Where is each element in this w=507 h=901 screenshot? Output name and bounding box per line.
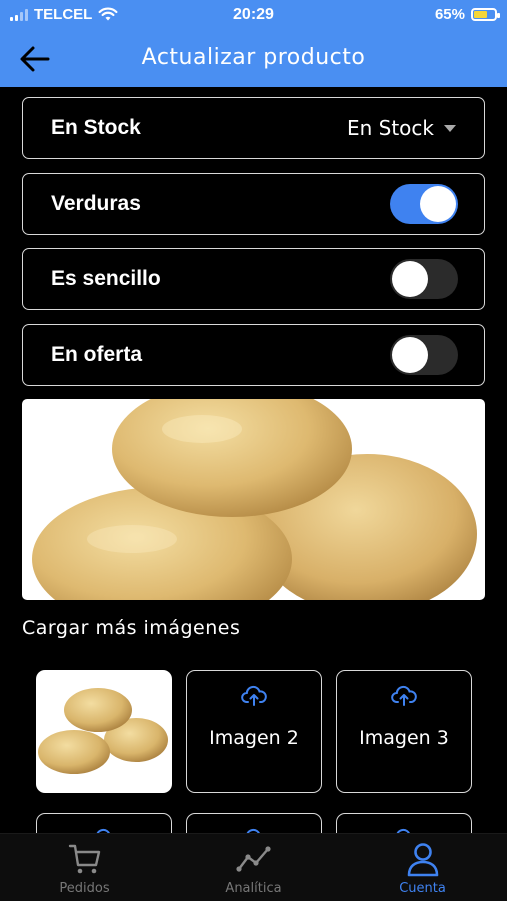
user-icon bbox=[407, 843, 438, 877]
caret-down-icon bbox=[444, 124, 456, 132]
nav-label: Pedidos bbox=[59, 881, 110, 896]
bottom-nav: Pedidos Analítica Cuenta bbox=[0, 833, 507, 901]
nav-item-analitica[interactable]: Analítica bbox=[169, 834, 338, 901]
battery-percent: 65% bbox=[434, 6, 465, 23]
stock-label: En Stock bbox=[51, 116, 141, 139]
toggle-row-en-oferta[interactable]: En oferta bbox=[22, 324, 485, 386]
image-thumbnail-1[interactable] bbox=[36, 670, 172, 793]
image-slot-3[interactable]: Imagen 3 bbox=[336, 670, 472, 793]
form-content[interactable]: En Stock En Stock Verduras Es sencillo E… bbox=[0, 87, 507, 833]
es-sencillo-toggle[interactable] bbox=[390, 259, 458, 299]
image-slot-5[interactable] bbox=[186, 813, 322, 833]
toggle-label: Verduras bbox=[51, 192, 141, 215]
toggle-row-es-sencillo[interactable]: Es sencillo bbox=[22, 248, 485, 310]
potatoes-illustration bbox=[32, 399, 477, 600]
cloud-upload-icon bbox=[241, 685, 267, 706]
verduras-toggle[interactable] bbox=[390, 184, 458, 224]
cloud-upload-icon bbox=[391, 685, 417, 706]
nav-label: Cuenta bbox=[399, 881, 446, 896]
image-slot-6[interactable] bbox=[336, 813, 472, 833]
stock-dropdown[interactable]: En Stock bbox=[347, 116, 456, 140]
toggle-label: En oferta bbox=[51, 343, 143, 366]
app-bar: Actualizar producto bbox=[0, 30, 507, 87]
nav-item-cuenta[interactable]: Cuenta bbox=[338, 834, 507, 901]
stock-row[interactable]: En Stock En Stock bbox=[22, 97, 485, 159]
stock-dropdown-value: En Stock bbox=[346, 116, 434, 140]
page-title: Actualizar producto bbox=[141, 45, 366, 70]
cart-icon bbox=[68, 844, 100, 874]
product-image[interactable] bbox=[22, 399, 485, 600]
image-slot-4[interactable] bbox=[36, 813, 172, 833]
image-slot-label: Imagen 2 bbox=[209, 727, 299, 749]
image-slot-label: Imagen 3 bbox=[359, 727, 449, 749]
clock: 20:29 bbox=[233, 6, 274, 23]
status-right: 65% bbox=[434, 6, 500, 23]
status-bar: TELCEL 20:29 65% bbox=[0, 0, 507, 30]
image-slot-2[interactable]: Imagen 2 bbox=[186, 670, 322, 793]
nav-label: Analítica bbox=[225, 881, 282, 896]
toggle-label: Es sencillo bbox=[51, 267, 161, 290]
nav-item-pedidos[interactable]: Pedidos bbox=[0, 834, 169, 901]
toggle-row-verduras[interactable]: Verduras bbox=[22, 173, 485, 235]
en-oferta-toggle[interactable] bbox=[390, 335, 458, 375]
battery-icon bbox=[471, 8, 500, 21]
potato-thumbnail bbox=[38, 688, 168, 774]
line-chart-icon bbox=[235, 846, 271, 872]
more-images-heading: Cargar más imágenes bbox=[22, 617, 241, 639]
